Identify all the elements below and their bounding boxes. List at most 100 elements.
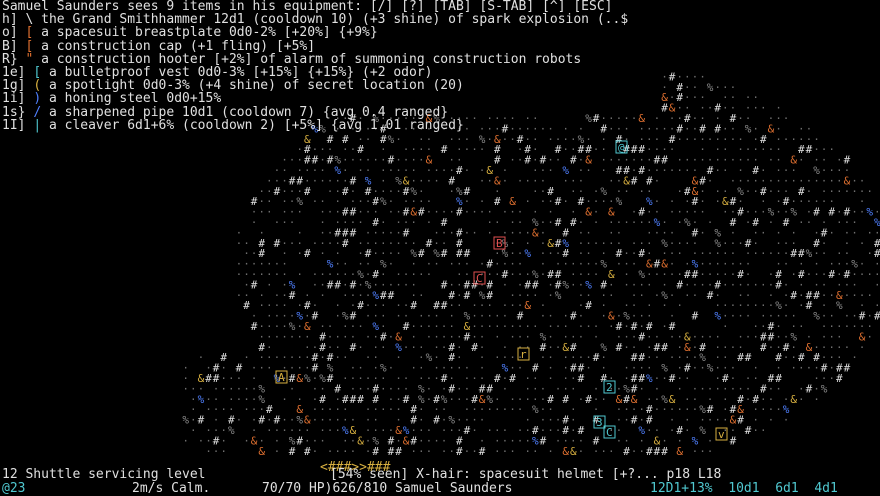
map-tile: · bbox=[296, 206, 303, 219]
map-tile: · bbox=[532, 133, 539, 146]
map-tile: · bbox=[646, 278, 653, 291]
map-tile: · bbox=[502, 341, 509, 354]
map-tile: · bbox=[654, 393, 661, 406]
map-tile: · bbox=[517, 268, 524, 281]
map-tile: · bbox=[859, 237, 866, 250]
map-tile: · bbox=[471, 310, 478, 323]
map-tile: · bbox=[540, 164, 547, 177]
map-tile: · bbox=[380, 247, 387, 260]
entity-marker[interactable] bbox=[493, 236, 506, 250]
entity-marker[interactable] bbox=[715, 427, 728, 441]
map-tile: # bbox=[836, 372, 843, 385]
map-tile: · bbox=[547, 216, 554, 229]
map-tile: B bbox=[496, 237, 503, 250]
map-tile: · bbox=[836, 164, 843, 177]
map-tile: % bbox=[342, 310, 349, 323]
map-tile: · bbox=[661, 247, 668, 260]
map-tile: · bbox=[486, 216, 493, 229]
map-tile: · bbox=[570, 403, 577, 416]
map-tile: # bbox=[342, 206, 349, 219]
map-tile: · bbox=[616, 185, 623, 198]
map-tile: · bbox=[669, 289, 676, 302]
map-tile: · bbox=[372, 154, 379, 167]
map-tile: · bbox=[631, 216, 638, 229]
map-tile: · bbox=[836, 320, 843, 333]
map-tile: & bbox=[296, 403, 303, 416]
map-tile: % bbox=[274, 372, 281, 385]
map-tile: · bbox=[585, 164, 592, 177]
entity-marker[interactable] bbox=[615, 140, 628, 154]
map-tile: · bbox=[502, 164, 509, 177]
map-tile: · bbox=[540, 185, 547, 198]
map-tile: · bbox=[676, 206, 683, 219]
map-tile: · bbox=[502, 445, 509, 458]
map-tile: · bbox=[456, 382, 463, 395]
map-tile: · bbox=[388, 258, 395, 271]
map-tile: # bbox=[661, 341, 668, 354]
entity-marker[interactable] bbox=[593, 415, 606, 429]
map-tile: · bbox=[722, 143, 729, 156]
map-tile: # bbox=[638, 164, 645, 177]
map-tile: · bbox=[312, 174, 319, 187]
map-tile: · bbox=[752, 247, 759, 260]
map-tile: · bbox=[783, 299, 790, 312]
map-tile: · bbox=[380, 382, 387, 395]
map-tile: · bbox=[669, 403, 676, 416]
map-tile: · bbox=[251, 258, 258, 271]
equipment-item[interactable]: 1I] | a cleaver 6d1+6% (cooldown 2) [+5%… bbox=[2, 119, 464, 132]
entity-marker[interactable] bbox=[275, 370, 288, 384]
map-tile: · bbox=[737, 154, 744, 167]
map-tile: · bbox=[859, 268, 866, 281]
map-tile: · bbox=[395, 434, 402, 447]
map-tile: & bbox=[684, 330, 691, 343]
map-tile: · bbox=[456, 393, 463, 406]
map-tile: · bbox=[676, 247, 683, 260]
entity-marker[interactable] bbox=[473, 271, 486, 285]
map-tile: · bbox=[456, 424, 463, 437]
entity-marker[interactable] bbox=[603, 380, 616, 394]
map-tile: · bbox=[676, 268, 683, 281]
map-tile: · bbox=[836, 216, 843, 229]
map-tile: & bbox=[198, 372, 205, 385]
map-tile: · bbox=[418, 195, 425, 208]
map-tile: # bbox=[471, 278, 478, 291]
party-indicator[interactable]: @23 bbox=[2, 482, 25, 495]
map-tile: · bbox=[380, 341, 387, 354]
map-tile: · bbox=[312, 414, 319, 427]
map-tile: % bbox=[441, 393, 448, 406]
entity-marker[interactable] bbox=[517, 347, 530, 361]
map-tile: · bbox=[585, 258, 592, 271]
map-tile: · bbox=[866, 185, 873, 198]
map-tile: · bbox=[775, 174, 782, 187]
map-tile: % bbox=[654, 216, 661, 229]
map-tile: · bbox=[745, 216, 752, 229]
map-tile: · bbox=[547, 247, 554, 260]
map-tile: · bbox=[798, 278, 805, 291]
map-tile: # bbox=[342, 393, 349, 406]
map-tile: · bbox=[547, 445, 554, 458]
map-tile: · bbox=[357, 341, 364, 354]
map-tile: · bbox=[334, 258, 341, 271]
map-tile: · bbox=[281, 237, 288, 250]
map-tile: · bbox=[874, 299, 880, 312]
map-tile: · bbox=[486, 424, 493, 437]
map-tile: · bbox=[502, 226, 509, 239]
map-tile: · bbox=[684, 102, 691, 115]
map-tile: % bbox=[479, 289, 486, 302]
map-tile: # bbox=[692, 268, 699, 281]
map-tile: · bbox=[258, 185, 265, 198]
map-tile: · bbox=[646, 330, 653, 343]
entity-marker[interactable] bbox=[603, 425, 616, 439]
map-tile: · bbox=[669, 310, 676, 323]
map-tile: · bbox=[464, 143, 471, 156]
map-tile: · bbox=[844, 164, 851, 177]
map-tile: % bbox=[806, 247, 813, 260]
map-tile: · bbox=[547, 206, 554, 219]
map-tile: · bbox=[547, 310, 554, 323]
speed-status: 2m/s Calm. bbox=[132, 481, 211, 496]
map-tile: # bbox=[532, 362, 539, 375]
map-tile: % bbox=[646, 372, 653, 385]
map-tile: · bbox=[479, 351, 486, 364]
map-tile: · bbox=[372, 330, 379, 343]
map-tile: # bbox=[638, 247, 645, 260]
